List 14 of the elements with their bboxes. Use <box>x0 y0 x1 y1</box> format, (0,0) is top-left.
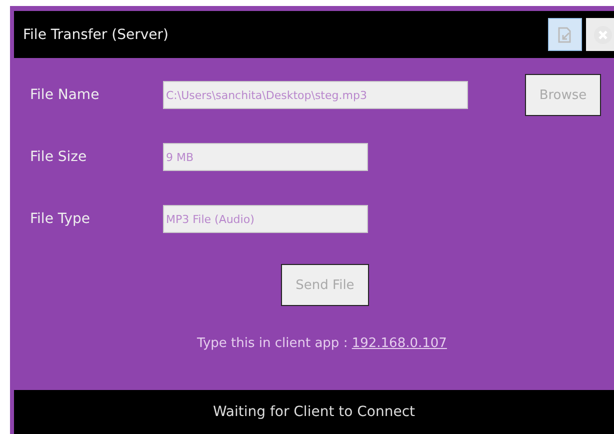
field-label: File Type <box>30 211 92 227</box>
window-title: File Transfer (Server) <box>23 26 168 42</box>
status-text: Waiting for Client to Connect <box>212 404 416 420</box>
field-label: File Size <box>30 149 88 165</box>
text-field[interactable]: MP3 File (Audio) <box>163 205 368 233</box>
export-icon <box>556 26 574 44</box>
field-label: File Name <box>30 87 100 103</box>
restore-button[interactable] <box>548 18 582 51</box>
hint-text: Type this in client app : <box>197 336 348 351</box>
close-icon <box>593 24 613 44</box>
ip-address-link[interactable]: 192.168.0.107 <box>352 336 447 351</box>
text-field[interactable]: 9 MB <box>163 143 368 171</box>
text-field[interactable]: C:\Users\sanchita\Desktop\steg.mp3 <box>163 81 468 109</box>
close-button[interactable] <box>586 18 614 51</box>
